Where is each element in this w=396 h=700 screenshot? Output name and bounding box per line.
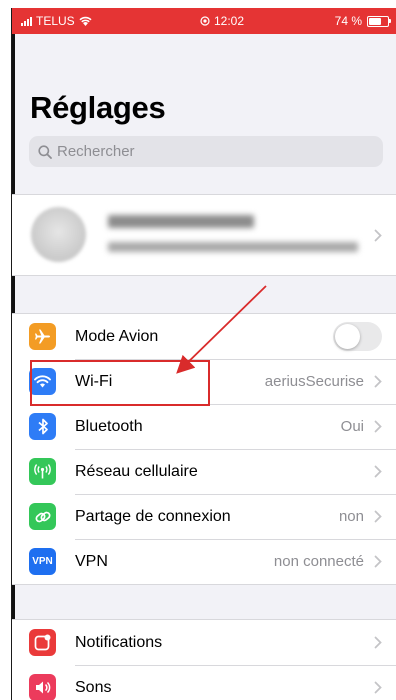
row-label: Notifications	[75, 633, 163, 651]
bluetooth-icon	[29, 413, 56, 440]
vpn-value: non connecté	[273, 553, 364, 570]
phone-screen: TELUS 12:02 74 % Réglages Rechercher Mod…	[11, 8, 396, 700]
row-hotspot[interactable]: Partage de connexion non	[12, 494, 396, 539]
row-label: Bluetooth	[75, 417, 143, 435]
apple-id-profile[interactable]	[12, 194, 396, 276]
wifi-icon	[29, 368, 56, 395]
connectivity-group: Mode Avion Wi-Fi aeriusSecurise Bluetoot…	[12, 313, 396, 585]
lock-rotation-icon	[200, 16, 210, 26]
battery-percent: 74 %	[334, 14, 362, 28]
row-bluetooth[interactable]: Bluetooth Oui	[12, 404, 396, 449]
search-input[interactable]: Rechercher	[29, 136, 383, 167]
chevron-right-icon	[374, 465, 382, 478]
antenna-icon	[29, 458, 56, 485]
chevron-right-icon	[374, 681, 382, 694]
row-sounds[interactable]: Sons	[12, 665, 396, 700]
hotspot-value: non	[338, 508, 364, 525]
row-label: VPN	[75, 552, 108, 570]
clock: 12:02	[214, 14, 245, 28]
chevron-right-icon	[374, 636, 382, 649]
profile-subtitle-redacted	[108, 242, 358, 252]
search-icon	[38, 144, 52, 159]
signal-icon	[21, 16, 32, 26]
profile-name-redacted	[108, 215, 254, 228]
chevron-right-icon	[374, 510, 382, 523]
status-bar: TELUS 12:02 74 %	[12, 8, 396, 34]
wifi-status-icon	[79, 16, 92, 26]
avatar	[31, 207, 86, 262]
wifi-network-value: aeriusSecurise	[264, 373, 364, 390]
chevron-right-icon	[374, 375, 382, 388]
airplane-icon	[29, 323, 56, 350]
chevron-right-icon	[374, 229, 382, 242]
row-label: Sons	[75, 678, 112, 696]
chevron-right-icon	[374, 420, 382, 433]
row-cellular[interactable]: Réseau cellulaire	[12, 449, 396, 494]
vpn-icon: VPN	[29, 548, 56, 575]
notifications-group: Notifications Sons	[12, 619, 396, 700]
row-notifications[interactable]: Notifications	[12, 620, 396, 665]
row-airplane-mode[interactable]: Mode Avion	[12, 314, 396, 359]
page-title: Réglages	[30, 90, 166, 125]
link-icon	[29, 503, 56, 530]
bluetooth-value: Oui	[340, 418, 364, 435]
carrier-label: TELUS	[36, 14, 75, 28]
row-wifi[interactable]: Wi-Fi aeriusSecurise	[12, 359, 396, 404]
row-vpn[interactable]: VPN VPN non connecté	[12, 539, 396, 584]
speaker-icon	[29, 674, 56, 700]
row-label: Mode Avion	[75, 327, 159, 345]
row-label: Wi-Fi	[75, 372, 113, 390]
airplane-mode-toggle[interactable]	[333, 322, 382, 351]
search-placeholder: Rechercher	[57, 143, 135, 160]
notifications-icon	[29, 629, 56, 656]
chevron-right-icon	[374, 555, 382, 568]
row-label: Réseau cellulaire	[75, 462, 198, 480]
vpn-icon-text: VPN	[32, 556, 53, 567]
row-label: Partage de connexion	[75, 507, 231, 525]
battery-icon	[367, 15, 391, 27]
